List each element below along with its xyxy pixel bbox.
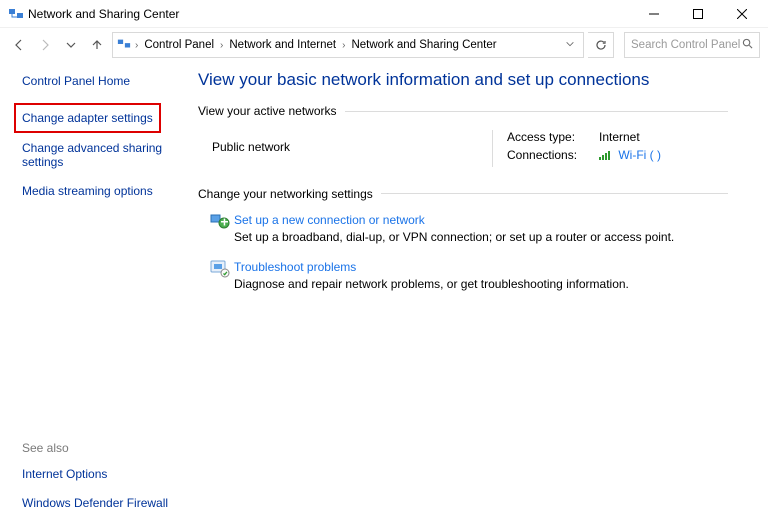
access-type-label: Access type:	[507, 130, 599, 144]
sidebar-home[interactable]: Control Panel Home	[22, 74, 174, 88]
breadcrumb[interactable]: › Control Panel › Network and Internet ›…	[112, 32, 584, 58]
view-active-label: View your active networks	[198, 104, 337, 118]
chevron-right-icon: ›	[218, 40, 225, 51]
minimize-button[interactable]	[632, 0, 676, 28]
view-active-header: View your active networks	[198, 104, 728, 118]
troubleshoot-desc: Diagnose and repair network problems, or…	[234, 277, 629, 291]
setup-connection-icon	[206, 213, 234, 244]
up-button[interactable]	[86, 34, 108, 56]
wifi-signal-icon	[599, 149, 611, 163]
search-icon	[742, 38, 753, 52]
divider	[345, 111, 728, 112]
window-title: Network and Sharing Center	[28, 7, 179, 21]
refresh-button[interactable]	[588, 32, 614, 58]
connections-value[interactable]: Wi-Fi ( )	[599, 148, 661, 163]
setup-connection-link[interactable]: Set up a new connection or network	[234, 213, 674, 227]
troubleshoot-link[interactable]: Troubleshoot problems	[234, 260, 629, 274]
recent-dropdown[interactable]	[60, 34, 82, 56]
address-bar: › Control Panel › Network and Internet ›…	[0, 28, 768, 62]
network-name-block: Public network	[212, 130, 492, 167]
address-dropdown[interactable]	[561, 38, 579, 52]
forward-button[interactable]	[34, 34, 56, 56]
wifi-link[interactable]: Wi-Fi ( )	[618, 148, 661, 162]
control-panel-icon	[117, 37, 131, 54]
change-settings-header: Change your networking settings	[198, 187, 728, 201]
search-input-wrap[interactable]	[624, 32, 760, 58]
sidebar-internet-options[interactable]: Internet Options	[22, 467, 174, 481]
maximize-button[interactable]	[676, 0, 720, 28]
access-type-value: Internet	[599, 130, 640, 144]
sidebar-change-adapter[interactable]: Change adapter settings	[14, 103, 161, 133]
sidebar-firewall[interactable]: Windows Defender Firewall	[22, 496, 174, 510]
crumb-network-internet[interactable]: Network and Internet	[227, 39, 338, 51]
change-settings-label: Change your networking settings	[198, 187, 373, 201]
crumb-network-sharing[interactable]: Network and Sharing Center	[349, 39, 498, 51]
sidebar: Control Panel Home Change adapter settin…	[0, 62, 188, 528]
crumb-control-panel[interactable]: Control Panel	[142, 39, 216, 51]
connections-label: Connections:	[507, 148, 599, 163]
network-details: Access type: Internet Connections: Wi-Fi…	[492, 130, 661, 167]
see-also-label: See also	[22, 441, 174, 455]
app-icon	[8, 6, 24, 22]
setup-connection-item: Set up a new connection or network Set u…	[206, 213, 728, 244]
main-panel: View your basic network information and …	[188, 62, 768, 528]
search-input[interactable]	[631, 39, 742, 51]
chevron-right-icon: ›	[133, 40, 140, 51]
close-button[interactable]	[720, 0, 764, 28]
title-bar: Network and Sharing Center	[0, 0, 768, 28]
chevron-right-icon: ›	[340, 40, 347, 51]
sidebar-advanced-sharing[interactable]: Change advanced sharing settings	[22, 141, 174, 169]
settings-list: Set up a new connection or network Set u…	[198, 213, 728, 291]
divider	[381, 193, 728, 194]
sidebar-media-streaming[interactable]: Media streaming options	[22, 184, 174, 198]
troubleshoot-icon	[206, 260, 234, 291]
active-network: Public network Access type: Internet Con…	[212, 130, 728, 167]
troubleshoot-item: Troubleshoot problems Diagnose and repai…	[206, 260, 728, 291]
content: Control Panel Home Change adapter settin…	[0, 62, 768, 528]
page-title: View your basic network information and …	[198, 70, 728, 90]
network-name: Public network	[212, 140, 492, 154]
back-button[interactable]	[8, 34, 30, 56]
setup-connection-desc: Set up a broadband, dial-up, or VPN conn…	[234, 230, 674, 244]
